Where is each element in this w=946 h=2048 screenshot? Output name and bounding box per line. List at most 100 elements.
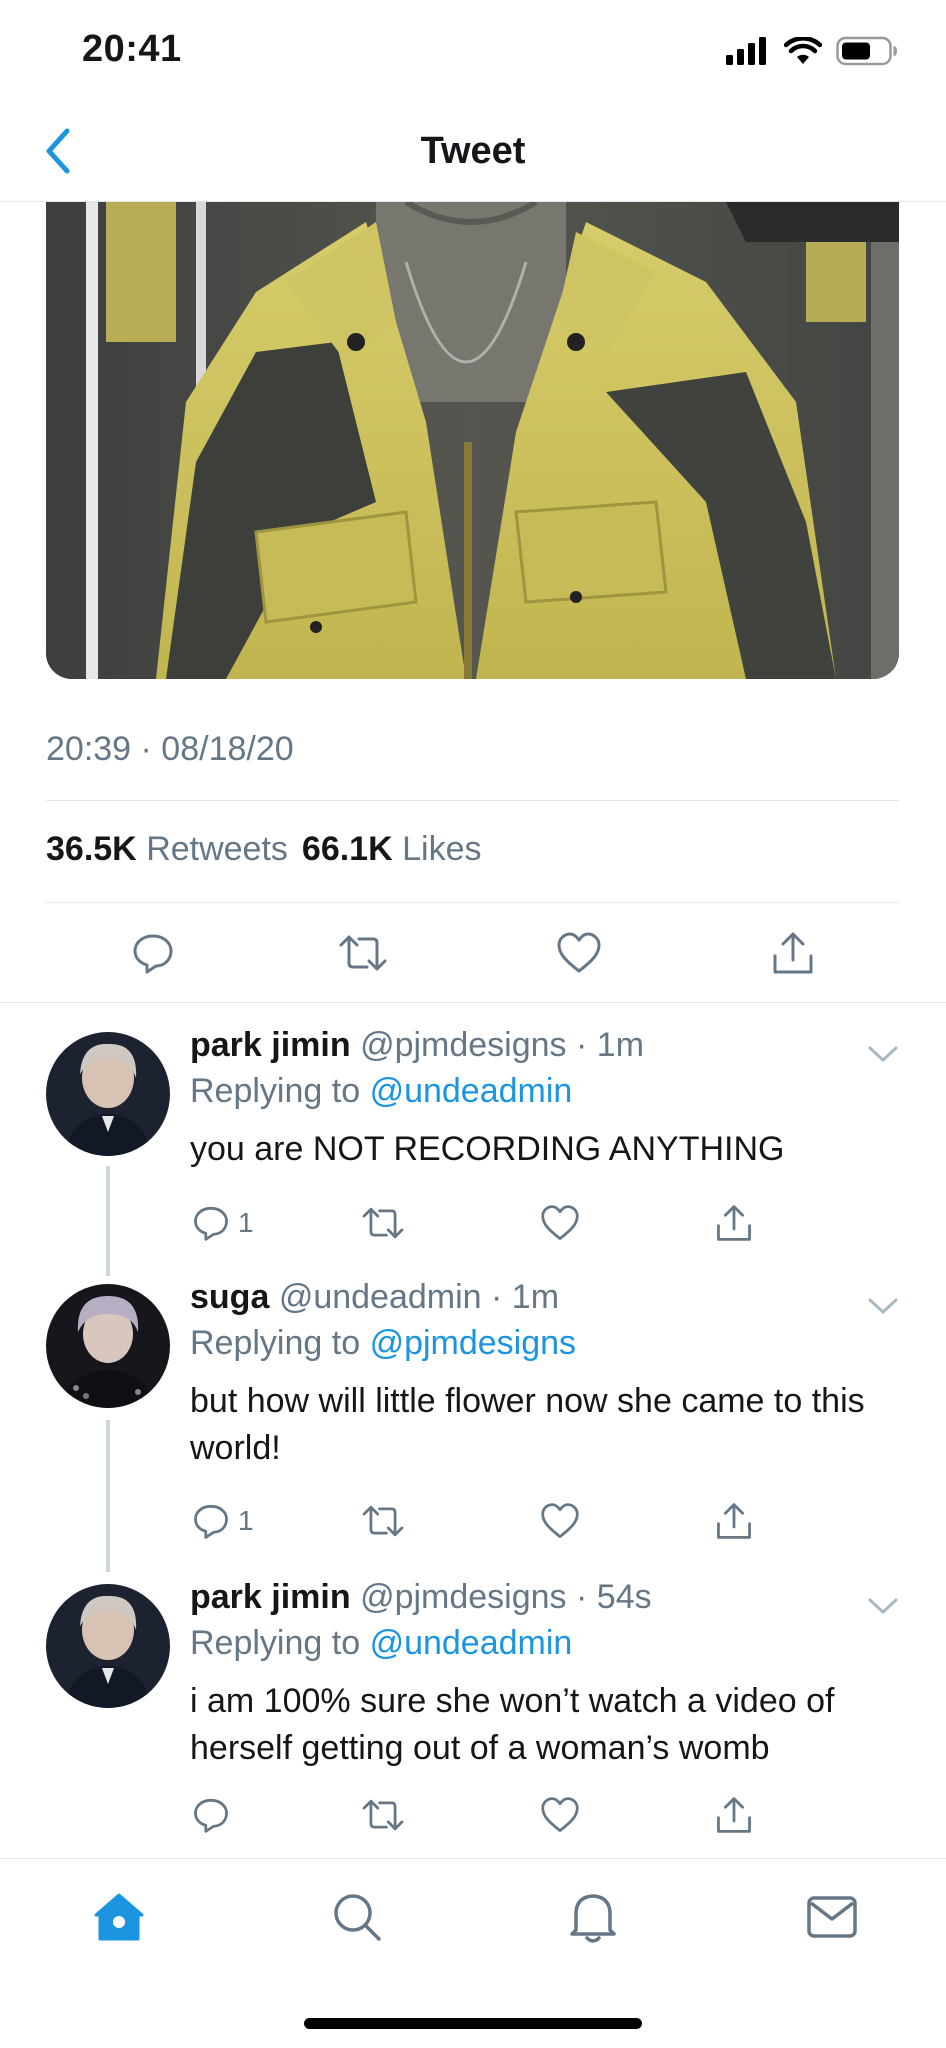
reply-time: 1m xyxy=(511,1278,560,1316)
thread-line xyxy=(106,1420,110,1572)
replying-mention[interactable]: @undeadmin xyxy=(370,1072,573,1110)
retweets-count: 36.5K xyxy=(46,830,137,868)
share-icon xyxy=(717,1205,751,1241)
tweet-stats: 36.5K Retweets 66.1K Likes xyxy=(46,830,481,869)
chevron-down-icon[interactable] xyxy=(866,1038,900,1068)
reply-count: 1 xyxy=(238,1207,254,1238)
reply-author-handle[interactable]: @pjmdesigns xyxy=(360,1026,567,1064)
heart-icon xyxy=(541,1205,579,1240)
share-icon xyxy=(717,1797,751,1833)
like-button[interactable] xyxy=(540,1780,580,1850)
reply-button[interactable] xyxy=(192,1780,238,1850)
thread-line xyxy=(106,1166,110,1276)
nav-header: Tweet xyxy=(0,100,946,202)
divider xyxy=(46,902,899,903)
reply-button[interactable]: 1 xyxy=(192,1486,254,1556)
retweets-stat[interactable]: 36.5K Retweets xyxy=(46,830,288,869)
likes-count: 66.1K xyxy=(301,830,393,868)
replying-prefix: Replying to xyxy=(190,1072,361,1110)
retweet-icon xyxy=(339,935,387,971)
share-button[interactable] xyxy=(715,1780,753,1850)
like-button[interactable] xyxy=(556,918,602,988)
chevron-down-icon[interactable] xyxy=(866,1290,900,1320)
reply-author-name[interactable]: park jimin xyxy=(190,1026,351,1064)
reply-action-bar: 1 xyxy=(190,1188,910,1258)
retweet-button[interactable] xyxy=(360,1780,406,1850)
reply-icon xyxy=(133,934,173,974)
jacket-photo xyxy=(46,202,899,679)
like-button[interactable] xyxy=(540,1188,580,1258)
home-icon xyxy=(94,1893,144,1941)
likes-label: Likes xyxy=(402,830,482,868)
tab-messages[interactable] xyxy=(802,1887,862,1947)
replying-to: Replying to @pjmdesigns xyxy=(190,1324,576,1363)
reply-time: 1m xyxy=(596,1026,645,1064)
replying-to: Replying to @undeadmin xyxy=(190,1072,572,1111)
heart-icon xyxy=(541,1797,579,1832)
retweet-icon xyxy=(362,1207,404,1239)
reply-author-handle[interactable]: @undeadmin xyxy=(279,1278,482,1316)
divider xyxy=(0,1002,946,1003)
reply-action-bar xyxy=(190,1780,910,1850)
reply-author-name[interactable]: park jimin xyxy=(190,1578,351,1616)
reply-header: suga @undeadmin · 1m xyxy=(190,1278,560,1316)
tab-search[interactable] xyxy=(327,1887,387,1947)
retweet-button[interactable] xyxy=(360,1188,406,1258)
signal-icon xyxy=(726,37,766,65)
reply-action-bar: 1 xyxy=(190,1486,910,1556)
replying-mention[interactable]: @undeadmin xyxy=(370,1624,573,1662)
share-button[interactable] xyxy=(715,1486,753,1556)
replying-to: Replying to @undeadmin xyxy=(190,1624,572,1663)
share-button[interactable] xyxy=(715,1188,753,1258)
replying-mention[interactable]: @pjmdesigns xyxy=(370,1324,577,1362)
replying-prefix: Replying to xyxy=(190,1624,361,1662)
tweet-action-bar xyxy=(46,918,899,988)
divider xyxy=(46,800,899,801)
reply-header: park jimin @pjmdesigns · 54s xyxy=(190,1578,652,1616)
bell-icon xyxy=(570,1894,616,1943)
retweet-button[interactable] xyxy=(360,1486,406,1556)
reply-text: but how will little flower now she came … xyxy=(190,1382,865,1467)
retweet-button[interactable] xyxy=(337,918,389,988)
avatar[interactable] xyxy=(46,1284,170,1408)
reply-icon xyxy=(194,1206,228,1241)
replying-prefix: Replying to xyxy=(190,1324,361,1362)
share-icon xyxy=(717,1503,751,1539)
tab-notifications[interactable] xyxy=(563,1887,623,1947)
heart-icon xyxy=(541,1503,579,1538)
reply-button[interactable]: 1 xyxy=(192,1188,254,1258)
reply-button[interactable] xyxy=(131,918,175,988)
heart-icon xyxy=(557,932,601,973)
retweets-label: Retweets xyxy=(146,830,288,868)
page-title: Tweet xyxy=(420,130,526,172)
home-indicator xyxy=(304,2018,642,2029)
share-icon xyxy=(773,932,813,974)
retweet-icon xyxy=(362,1505,404,1537)
reply-header: park jimin @pjmdesigns · 1m xyxy=(190,1026,645,1064)
reply-text: you are NOT RECORDING ANYTHING xyxy=(190,1130,785,1168)
share-button[interactable] xyxy=(771,918,815,988)
avatar[interactable] xyxy=(46,1584,170,1708)
avatar[interactable] xyxy=(46,1032,170,1156)
like-button[interactable] xyxy=(540,1486,580,1556)
chevron-down-icon[interactable] xyxy=(866,1590,900,1620)
mail-icon xyxy=(807,1896,857,1938)
search-icon xyxy=(334,1894,381,1941)
reply-author-name[interactable]: suga xyxy=(190,1278,269,1316)
reply-time: 54s xyxy=(596,1578,652,1616)
reply-author-handle[interactable]: @pjmdesigns xyxy=(360,1578,567,1616)
status-bar: 20:41 xyxy=(0,0,946,100)
status-icons xyxy=(726,36,898,66)
reply-icon xyxy=(194,1798,228,1833)
reply-icon xyxy=(194,1504,228,1539)
likes-stat[interactable]: 66.1K Likes xyxy=(302,830,482,869)
tweet-timestamp: 20:39 · 08/18/20 xyxy=(46,730,294,768)
retweet-icon xyxy=(362,1799,404,1831)
status-time: 20:41 xyxy=(82,28,182,70)
reply-text: i am 100% sure she won’t watch a video o… xyxy=(190,1682,835,1767)
tab-home[interactable] xyxy=(89,1887,149,1947)
reply-count: 1 xyxy=(238,1505,254,1536)
tweet-image[interactable] xyxy=(46,202,899,679)
battery-icon xyxy=(836,36,897,66)
wifi-icon xyxy=(784,37,822,64)
